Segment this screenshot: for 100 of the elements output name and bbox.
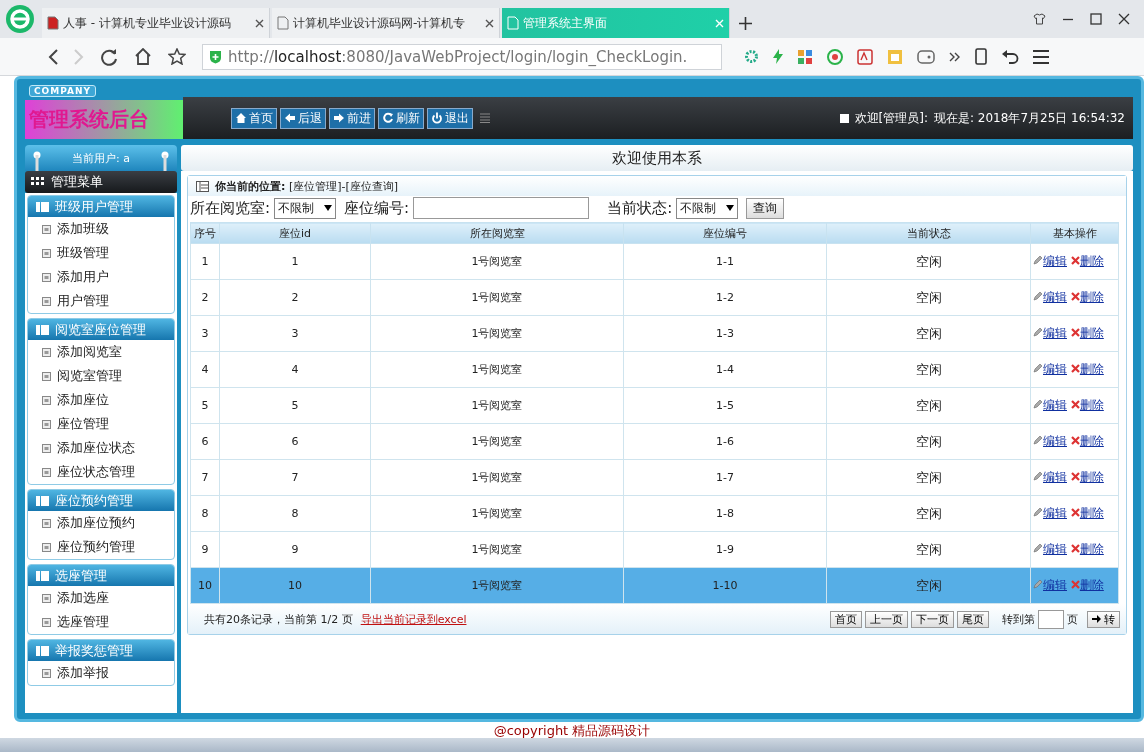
gear-icon[interactable] bbox=[744, 49, 759, 64]
bullet-icon bbox=[42, 296, 51, 306]
menu-item[interactable]: 添加班级 bbox=[28, 217, 174, 241]
table-cell: 5 bbox=[190, 387, 220, 424]
table-cell: 1-5 bbox=[623, 387, 827, 424]
go-button[interactable]: 转 bbox=[1086, 610, 1120, 628]
menu-item[interactable]: 添加座位 bbox=[28, 388, 174, 412]
edit-link[interactable]: 编辑 bbox=[1043, 290, 1067, 304]
delete-link[interactable]: 删除 bbox=[1079, 290, 1104, 304]
pin-icon bbox=[161, 151, 169, 171]
menu-item[interactable]: 阅览室管理 bbox=[28, 364, 174, 388]
table-cell: 1 bbox=[219, 243, 371, 280]
translate-icon[interactable] bbox=[857, 48, 873, 65]
menu-item[interactable]: 添加用户 bbox=[28, 265, 174, 289]
edit-link[interactable]: 编辑 bbox=[1043, 542, 1067, 556]
delete-link[interactable]: 删除 bbox=[1079, 470, 1104, 484]
menu-item[interactable]: 用户管理 bbox=[28, 289, 174, 313]
more-icon[interactable] bbox=[949, 51, 961, 62]
menu-item[interactable]: 选座管理 bbox=[28, 610, 174, 634]
bullet-icon bbox=[42, 467, 51, 477]
edit-link[interactable]: 编辑 bbox=[1043, 326, 1067, 340]
dropdown-arrow-icon bbox=[726, 205, 735, 211]
delete-link[interactable]: 删除 bbox=[1079, 506, 1104, 520]
goto-label: 转到第 bbox=[1001, 611, 1035, 627]
edit-link[interactable]: 编辑 bbox=[1043, 470, 1067, 484]
pager-button[interactable]: 首页 bbox=[829, 610, 862, 628]
menu-item[interactable]: 添加举报 bbox=[28, 661, 174, 685]
pencil-icon bbox=[1033, 471, 1043, 481]
edit-link[interactable]: 编辑 bbox=[1043, 506, 1067, 520]
delete-link[interactable]: 删除 bbox=[1079, 254, 1104, 268]
menu-item[interactable]: 添加座位预约 bbox=[28, 511, 174, 535]
menu-item[interactable]: 座位状态管理 bbox=[28, 460, 174, 484]
edit-link[interactable]: 编辑 bbox=[1043, 434, 1067, 448]
pencil-icon bbox=[1033, 399, 1043, 409]
menu-item[interactable]: 添加座位状态 bbox=[28, 436, 174, 460]
url-field[interactable]: http://localhost:8080/JavaWebProject/login/login_CheckLogin. bbox=[202, 43, 722, 70]
delete-link[interactable]: 删除 bbox=[1079, 434, 1104, 448]
edit-link[interactable]: 编辑 bbox=[1043, 362, 1067, 376]
nav-button[interactable]: 后退 bbox=[280, 107, 326, 129]
apps-icon[interactable] bbox=[797, 48, 813, 65]
delete-link[interactable]: 删除 bbox=[1079, 398, 1104, 412]
nav-button[interactable]: 首页 bbox=[231, 107, 277, 129]
delete-link[interactable]: 删除 bbox=[1079, 362, 1104, 376]
filter-input[interactable] bbox=[413, 197, 590, 219]
phone-icon[interactable] bbox=[975, 48, 987, 65]
delete-icon bbox=[1070, 508, 1080, 517]
page-icon bbox=[277, 16, 289, 30]
menu-item[interactable]: 座位预约管理 bbox=[28, 535, 174, 559]
page-input[interactable] bbox=[1037, 609, 1064, 629]
nav-button[interactable]: 退出 bbox=[427, 107, 473, 129]
search-button[interactable]: 查询 bbox=[746, 197, 785, 219]
column-header: 座位编号 bbox=[623, 222, 827, 244]
delete-icon bbox=[1070, 544, 1080, 553]
table-cell: 7 bbox=[190, 459, 220, 496]
home-icon[interactable] bbox=[134, 48, 152, 65]
close-icon[interactable] bbox=[485, 18, 494, 28]
menu-item[interactable]: 班级管理 bbox=[28, 241, 174, 265]
shirt-icon[interactable] bbox=[1033, 13, 1046, 25]
browser-tab[interactable]: 人事 - 计算机专业毕业设计源码 bbox=[42, 8, 270, 38]
maximize-icon[interactable] bbox=[1090, 13, 1102, 25]
table-cell: 1-4 bbox=[623, 351, 827, 388]
table-cell: 1号阅览室 bbox=[370, 315, 624, 352]
browser-tab[interactable]: 计算机毕业设计源码网-计算机专 bbox=[272, 8, 500, 38]
bolt-icon[interactable] bbox=[773, 49, 783, 64]
pager-button[interactable]: 尾页 bbox=[956, 610, 989, 628]
delete-link[interactable]: 删除 bbox=[1079, 578, 1104, 592]
star-icon[interactable] bbox=[168, 48, 186, 65]
new-tab-icon[interactable] bbox=[738, 16, 752, 30]
logo-icon[interactable] bbox=[5, 4, 35, 34]
export-link[interactable]: 导出当前记录到excel bbox=[360, 611, 467, 627]
delete-icon bbox=[1070, 400, 1080, 409]
edit-link[interactable]: 编辑 bbox=[1043, 254, 1067, 268]
edit-link[interactable]: 编辑 bbox=[1043, 578, 1067, 592]
delete-link[interactable]: 删除 bbox=[1079, 326, 1104, 340]
nav-button[interactable]: 刷新 bbox=[378, 107, 424, 129]
back-icon[interactable] bbox=[48, 48, 58, 65]
edit-link[interactable]: 编辑 bbox=[1043, 398, 1067, 412]
current-user-text: 当前用户: a bbox=[72, 150, 130, 166]
pager-button[interactable]: 下一页 bbox=[910, 610, 954, 628]
menu-icon[interactable] bbox=[1033, 49, 1049, 64]
menu-item[interactable]: 添加阅览室 bbox=[28, 340, 174, 364]
nav-button[interactable]: 前进 bbox=[329, 107, 375, 129]
filter-select[interactable]: 不限制 bbox=[274, 197, 337, 219]
shield-icon[interactable] bbox=[827, 48, 843, 65]
menu-item[interactable]: 添加选座 bbox=[28, 586, 174, 610]
close-icon[interactable] bbox=[255, 18, 264, 28]
pin-icon bbox=[33, 151, 41, 171]
delete-link[interactable]: 删除 bbox=[1079, 542, 1104, 556]
home-icon bbox=[235, 112, 247, 124]
gamepad-icon[interactable] bbox=[917, 49, 935, 64]
filter-label: 所在阅览室: bbox=[190, 198, 271, 218]
pager-button[interactable]: 上一页 bbox=[864, 610, 908, 628]
filter-select[interactable]: 不限制 bbox=[676, 197, 739, 219]
undo-icon[interactable] bbox=[1001, 48, 1019, 65]
menu-item[interactable]: 座位管理 bbox=[28, 412, 174, 436]
close-icon[interactable] bbox=[1118, 13, 1130, 25]
pencil-icon bbox=[1033, 435, 1043, 445]
bullet-icon bbox=[42, 593, 51, 603]
reload-icon[interactable] bbox=[100, 47, 118, 66]
bullet-icon bbox=[42, 272, 51, 282]
